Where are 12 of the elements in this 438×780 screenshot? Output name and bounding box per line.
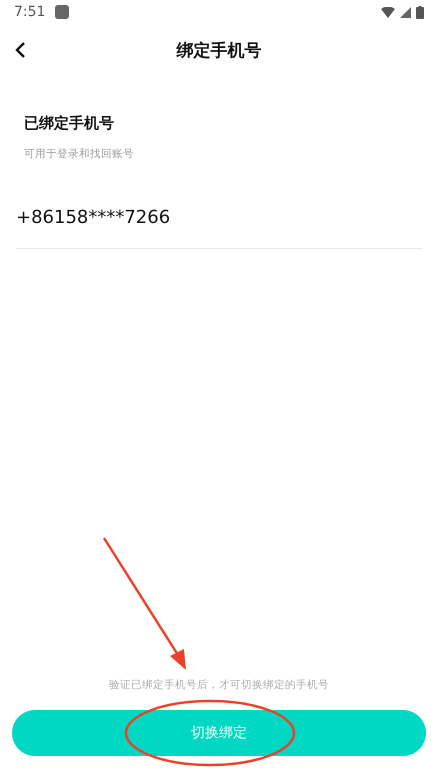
signal-icon	[400, 6, 411, 18]
section-title: 已绑定手机号	[24, 114, 115, 133]
back-icon[interactable]	[14, 41, 26, 59]
page-title: 绑定手机号	[176, 40, 262, 62]
notification-icon	[55, 5, 70, 19]
hint-text: 验证已绑定手机号后，才可切换绑定的手机号	[109, 678, 329, 692]
status-time: 7:51	[14, 4, 46, 20]
battery-icon	[416, 6, 424, 18]
wifi-icon	[381, 6, 395, 18]
section-subtitle: 可用于登录和找回账号	[24, 147, 135, 161]
phone-number: +86158****7266	[16, 207, 172, 228]
switch-button[interactable]: 切换绑定	[12, 710, 426, 756]
